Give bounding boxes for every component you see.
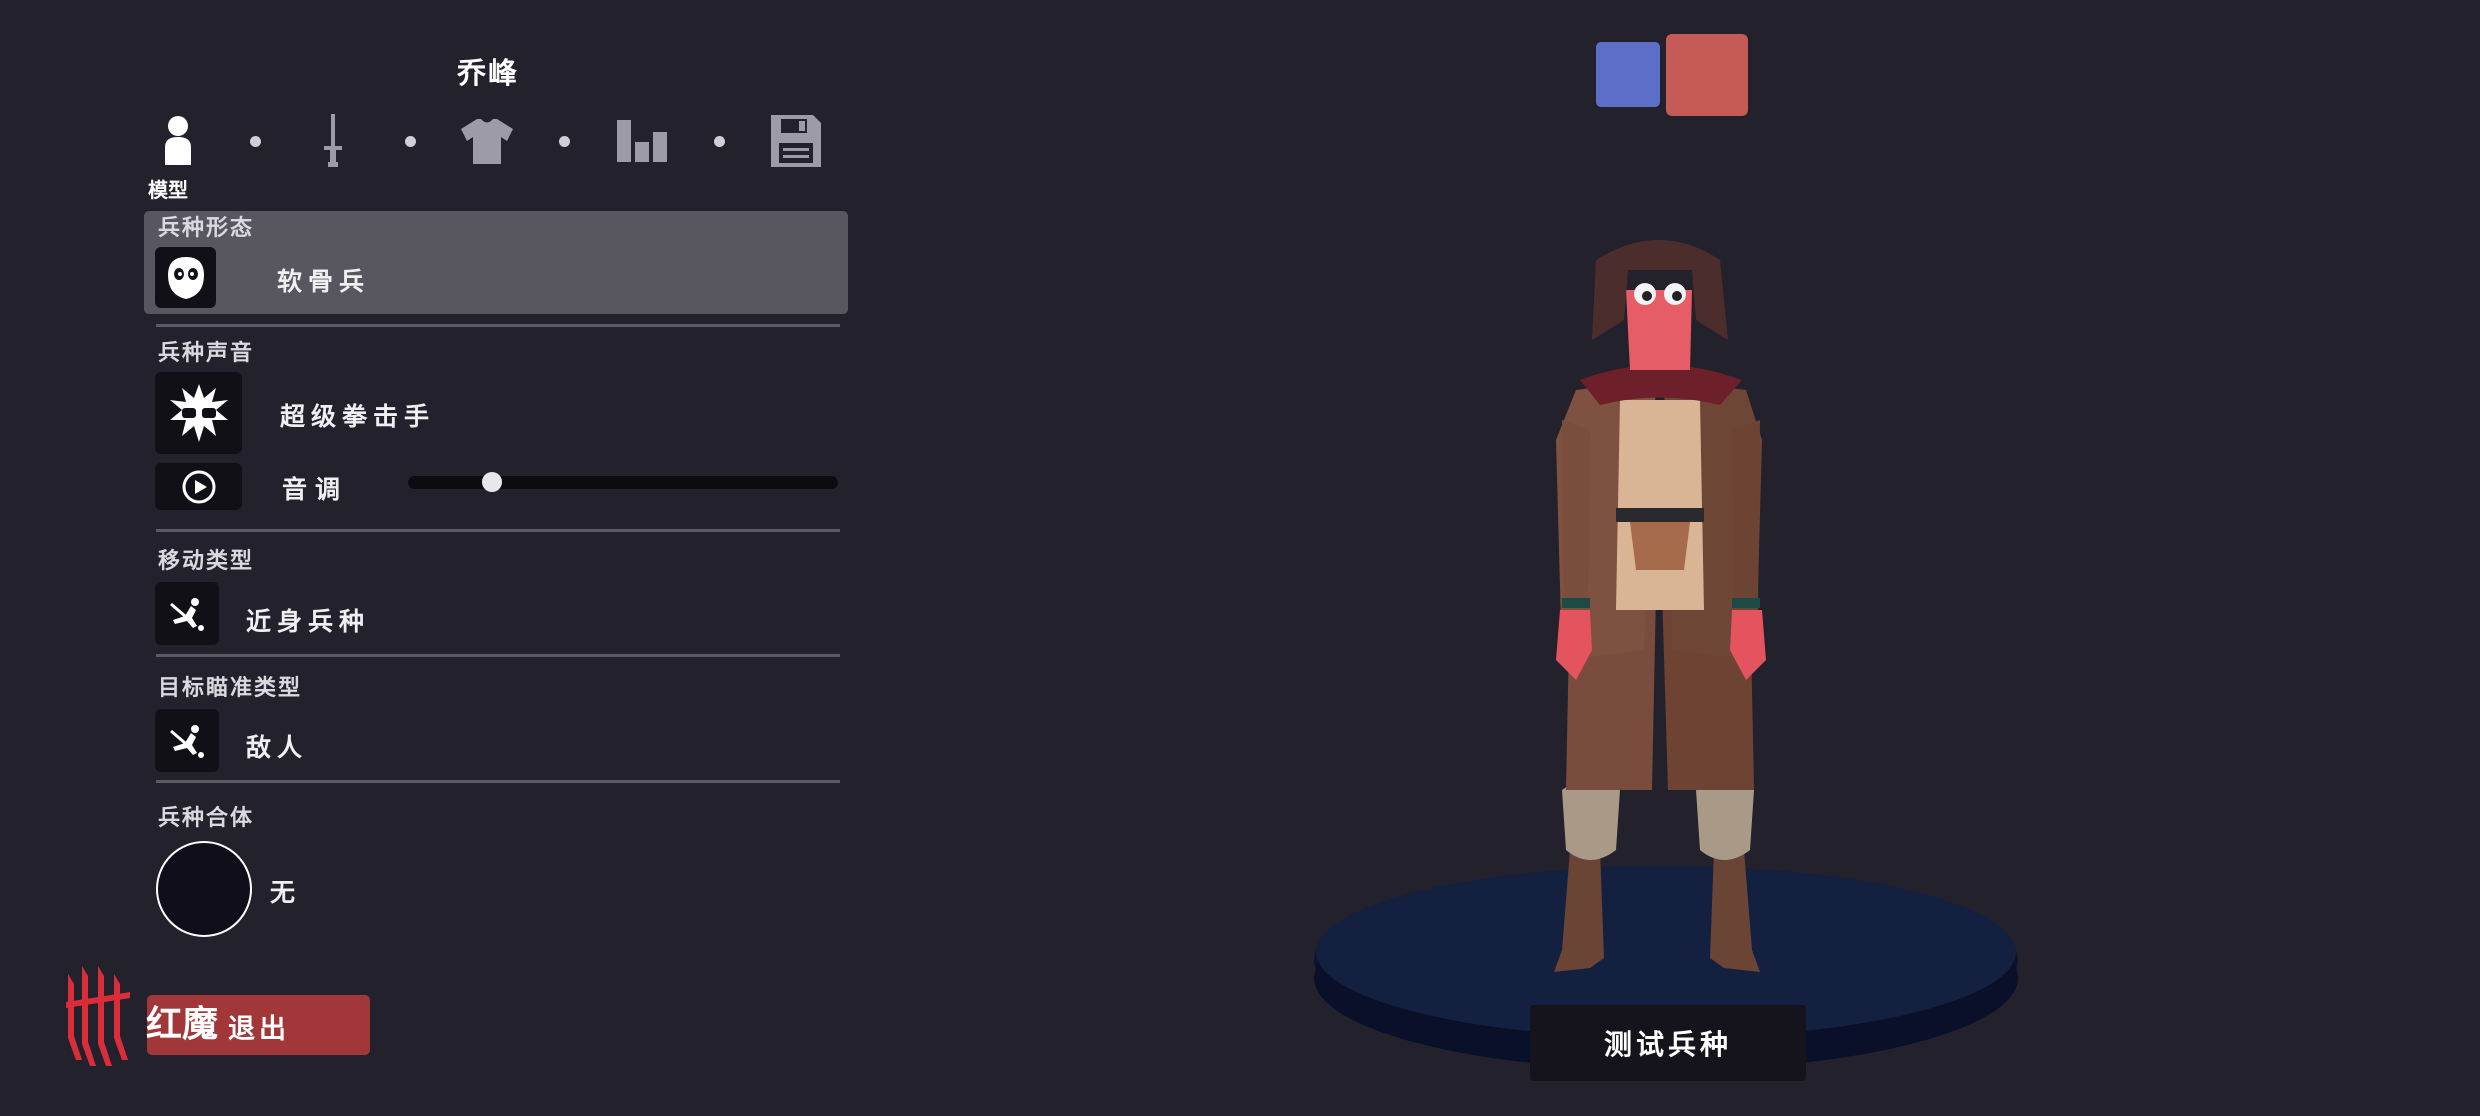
team-blue-button[interactable] — [1596, 42, 1660, 107]
redmagic-logo-icon — [60, 962, 136, 1072]
exit-button-label: 退出 — [228, 1014, 290, 1045]
tab-separator-dot — [559, 136, 570, 147]
tab-separator-dot — [714, 136, 725, 147]
unit-voice-value: 超级拳击手 — [280, 402, 436, 431]
tab-model-label: 模型 — [148, 178, 188, 202]
section-divider — [156, 324, 840, 327]
section-divider — [156, 529, 840, 532]
play-icon — [182, 470, 215, 503]
tab-stats[interactable] — [607, 106, 677, 176]
unit-voice-title: 兵种声音 — [158, 341, 255, 366]
target-type-icon-button[interactable] — [155, 709, 219, 772]
unit-combine-title: 兵种合体 — [158, 806, 255, 831]
tab-save[interactable] — [761, 106, 831, 176]
movement-type-value: 近身兵种 — [246, 607, 371, 636]
bar-chart-icon — [617, 120, 667, 162]
unit-name-title: 乔峰 — [456, 56, 519, 90]
tab-separator-dot — [250, 136, 261, 147]
section-divider — [156, 780, 840, 783]
movement-type-title: 移动类型 — [158, 549, 255, 574]
mask-face-icon — [167, 256, 204, 299]
tab-weapon[interactable] — [298, 106, 368, 176]
team-red-button[interactable] — [1666, 34, 1748, 116]
tab-clothing[interactable] — [452, 106, 522, 176]
target-enemy-icon — [170, 724, 204, 758]
target-type-value: 敌人 — [246, 733, 309, 762]
unit-form-value: 软骨兵 — [277, 267, 371, 296]
movement-type-icon-button[interactable] — [155, 582, 219, 645]
shirt-icon — [461, 119, 513, 164]
target-type-title: 目标瞄准类型 — [158, 676, 303, 701]
pitch-slider[interactable] — [408, 472, 838, 492]
boxer-burst-icon — [169, 384, 228, 442]
brand-watermark: 红魔 — [146, 1004, 219, 1045]
voice-play-button[interactable] — [155, 463, 242, 510]
unit-creator-screen: { "unit_name": "乔峰", "tabs": [ {"id": "m… — [0, 0, 2480, 1116]
melee-unit-icon — [170, 597, 204, 631]
unit-form-title: 兵种形态 — [158, 216, 255, 241]
tab-model[interactable] — [143, 106, 213, 176]
pitch-slider-thumb[interactable] — [481, 472, 502, 492]
unit-preview — [1314, 240, 2018, 1070]
unit-combine-value: 无 — [270, 878, 302, 907]
unit-combine-slot[interactable] — [156, 841, 252, 937]
section-divider — [156, 654, 840, 657]
sword-icon — [324, 114, 342, 167]
pitch-label: 音调 — [282, 475, 349, 504]
person-icon — [165, 116, 191, 165]
save-icon — [771, 115, 821, 167]
unit-voice-icon-button[interactable] — [155, 372, 242, 454]
tab-separator-dot — [405, 136, 416, 147]
unit-form-icon-button[interactable] — [155, 247, 216, 308]
test-unit-button[interactable]: 测试兵种 — [1530, 1005, 1806, 1081]
